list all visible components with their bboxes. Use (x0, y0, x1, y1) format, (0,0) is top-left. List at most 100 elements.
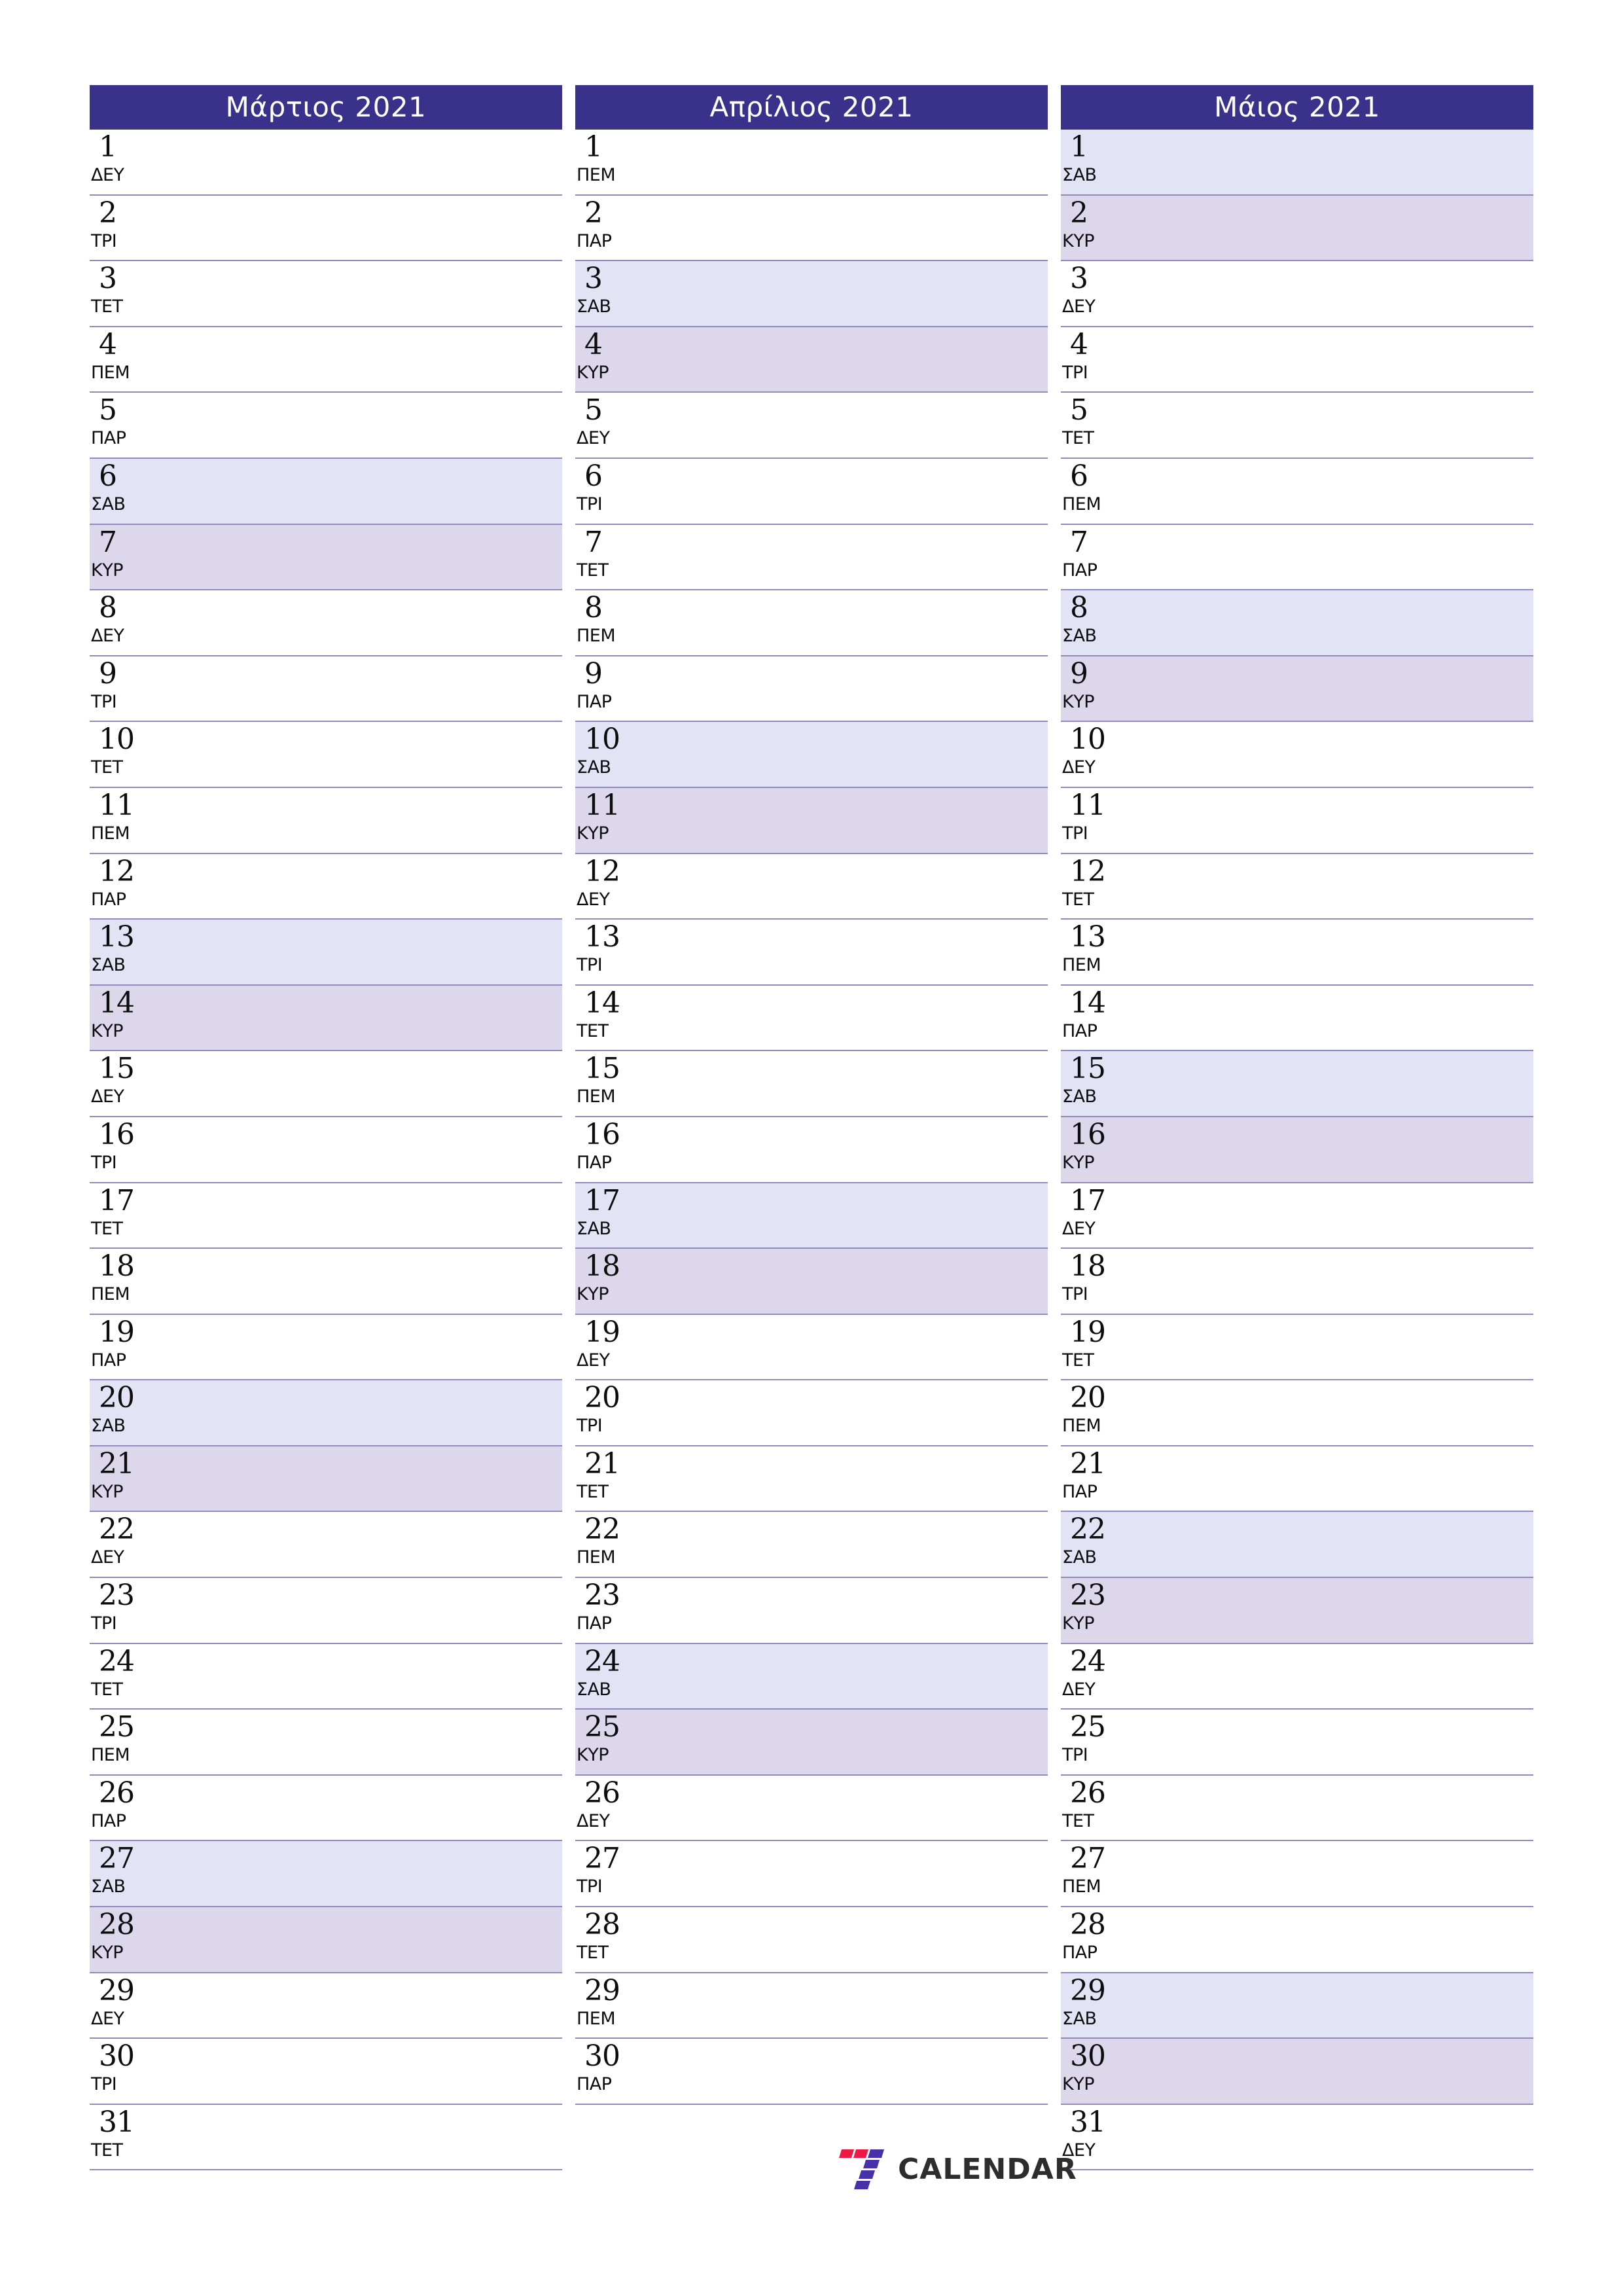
day-row[interactable]: 22 ΣΑΒ (1061, 1512, 1533, 1579)
day-row[interactable]: 17 ΔΕΥ (1061, 1183, 1533, 1249)
day-row[interactable]: 13 ΤΡΙ (575, 920, 1048, 986)
day-row[interactable]: 7 ΚΥΡ (90, 524, 562, 591)
day-weekday-abbrev: ΤΕΤ (91, 1679, 123, 1700)
day-row[interactable]: 19 ΔΕΥ (575, 1314, 1048, 1381)
day-row[interactable]: 11 ΚΥΡ (575, 787, 1048, 854)
day-row[interactable]: 28 ΤΕΤ (575, 1907, 1048, 1973)
day-row[interactable]: 29 ΣΑΒ (1061, 1973, 1533, 2039)
day-row[interactable]: 14 ΠΑΡ (1061, 985, 1533, 1052)
day-row[interactable]: 24 ΤΕΤ (90, 1643, 562, 1710)
day-row[interactable]: 21 ΚΥΡ (90, 1446, 562, 1513)
day-row[interactable]: 26 ΔΕΥ (575, 1775, 1048, 1842)
day-row[interactable]: 26 ΤΕΤ (1061, 1775, 1533, 1842)
day-row[interactable]: 5 ΠΑΡ (90, 393, 562, 459)
day-row[interactable]: 21 ΠΑΡ (1061, 1446, 1533, 1513)
day-row[interactable]: 7 ΠΑΡ (1061, 524, 1533, 591)
day-row[interactable]: 3 ΣΑΒ (575, 261, 1048, 327)
day-row[interactable]: 18 ΚΥΡ (575, 1249, 1048, 1315)
day-row[interactable]: 1 ΠΕΜ (575, 130, 1048, 196)
day-row[interactable]: 2 ΠΑΡ (575, 195, 1048, 262)
day-row[interactable]: 9 ΚΥΡ (1061, 656, 1533, 723)
day-row[interactable]: 16 ΚΥΡ (1061, 1117, 1533, 1183)
day-row[interactable]: 22 ΔΕΥ (90, 1512, 562, 1579)
day-row[interactable]: 28 ΚΥΡ (90, 1907, 562, 1973)
day-row[interactable]: 4 ΤΡΙ (1061, 327, 1533, 393)
day-row[interactable]: 23 ΤΡΙ (90, 1578, 562, 1644)
day-weekday-abbrev: ΠΑΡ (1062, 560, 1097, 581)
day-row[interactable]: 20 ΣΑΒ (90, 1380, 562, 1446)
day-row[interactable]: 25 ΠΕΜ (90, 1710, 562, 1776)
day-row[interactable]: 4 ΠΕΜ (90, 327, 562, 393)
day-row[interactable]: 12 ΠΑΡ (90, 853, 562, 920)
day-row[interactable]: 29 ΠΕΜ (575, 1973, 1048, 2039)
day-row[interactable]: 3 ΔΕΥ (1061, 261, 1533, 327)
day-row[interactable]: 18 ΠΕΜ (90, 1249, 562, 1315)
day-row[interactable]: 25 ΤΡΙ (1061, 1710, 1533, 1776)
day-weekday-abbrev: ΔΕΥ (577, 1810, 610, 1831)
day-row[interactable]: 31 ΔΕΥ (1061, 2104, 1533, 2171)
day-row[interactable]: 30 ΚΥΡ (1061, 2039, 1533, 2105)
day-row[interactable]: 27 ΣΑΒ (90, 1841, 562, 1908)
day-row[interactable]: 8 ΠΕΜ (575, 590, 1048, 656)
day-row[interactable]: 30 ΤΡΙ (90, 2039, 562, 2105)
day-row[interactable]: 16 ΤΡΙ (90, 1117, 562, 1183)
day-row[interactable]: 9 ΠΑΡ (575, 656, 1048, 723)
day-row[interactable]: 29 ΔΕΥ (90, 1973, 562, 2039)
day-row[interactable]: 10 ΤΕΤ (90, 722, 562, 788)
day-row[interactable]: 26 ΠΑΡ (90, 1775, 562, 1842)
day-row[interactable]: 8 ΣΑΒ (1061, 590, 1533, 656)
day-row[interactable]: 5 ΔΕΥ (575, 393, 1048, 459)
day-row[interactable]: 7 ΤΕΤ (575, 524, 1048, 591)
day-row[interactable]: 15 ΠΕΜ (575, 1051, 1048, 1117)
day-row[interactable]: 12 ΤΕΤ (1061, 853, 1533, 920)
day-number: 6 (99, 459, 117, 493)
day-row[interactable]: 14 ΚΥΡ (90, 985, 562, 1052)
day-row[interactable]: 16 ΠΑΡ (575, 1117, 1048, 1183)
day-row[interactable]: 4 ΚΥΡ (575, 327, 1048, 393)
day-row[interactable]: 10 ΔΕΥ (1061, 722, 1533, 788)
day-row[interactable]: 11 ΤΡΙ (1061, 787, 1533, 854)
day-row[interactable]: 2 ΤΡΙ (90, 195, 562, 262)
day-row[interactable]: 27 ΠΕΜ (1061, 1841, 1533, 1908)
day-row[interactable]: 28 ΠΑΡ (1061, 1907, 1533, 1973)
day-row[interactable]: 11 ΠΕΜ (90, 787, 562, 854)
day-row[interactable]: 15 ΔΕΥ (90, 1051, 562, 1117)
day-row[interactable]: 18 ΤΡΙ (1061, 1249, 1533, 1315)
day-row[interactable]: 24 ΣΑΒ (575, 1643, 1048, 1710)
day-row[interactable]: 5 ΤΕΤ (1061, 393, 1533, 459)
day-row[interactable]: 10 ΣΑΒ (575, 722, 1048, 788)
day-row[interactable]: 14 ΤΕΤ (575, 985, 1048, 1052)
day-row[interactable]: 31 ΤΕΤ (90, 2104, 562, 2171)
day-number: 15 (99, 1052, 135, 1086)
day-row[interactable]: 19 ΠΑΡ (90, 1314, 562, 1381)
day-row[interactable]: 17 ΣΑΒ (575, 1183, 1048, 1249)
day-row[interactable]: 30 ΠΑΡ (575, 2039, 1048, 2105)
day-row[interactable]: 8 ΔΕΥ (90, 590, 562, 656)
day-row[interactable]: 24 ΔΕΥ (1061, 1643, 1533, 1710)
day-row[interactable]: 6 ΣΑΒ (90, 458, 562, 525)
day-weekday-abbrev: ΤΕΤ (1062, 1810, 1094, 1831)
day-row[interactable]: 20 ΠΕΜ (1061, 1380, 1533, 1446)
day-row[interactable]: 1 ΔΕΥ (90, 130, 562, 196)
day-row[interactable]: 6 ΠΕΜ (1061, 458, 1533, 525)
day-row[interactable]: 20 ΤΡΙ (575, 1380, 1048, 1446)
day-row[interactable]: 3 ΤΕΤ (90, 261, 562, 327)
day-row[interactable]: 15 ΣΑΒ (1061, 1051, 1533, 1117)
day-number: 31 (1070, 2105, 1106, 2139)
day-row[interactable]: 22 ΠΕΜ (575, 1512, 1048, 1579)
day-row[interactable]: 2 ΚΥΡ (1061, 195, 1533, 262)
day-row[interactable]: 19 ΤΕΤ (1061, 1314, 1533, 1381)
day-row[interactable]: 27 ΤΡΙ (575, 1841, 1048, 1908)
day-row[interactable]: 9 ΤΡΙ (90, 656, 562, 723)
day-row[interactable]: 6 ΤΡΙ (575, 458, 1048, 525)
day-row[interactable]: 23 ΚΥΡ (1061, 1578, 1533, 1644)
day-row[interactable]: 12 ΔΕΥ (575, 853, 1048, 920)
day-row[interactable]: 23 ΠΑΡ (575, 1578, 1048, 1644)
day-row[interactable]: 21 ΤΕΤ (575, 1446, 1048, 1513)
day-row[interactable]: 13 ΠΕΜ (1061, 920, 1533, 986)
day-weekday-abbrev: ΠΕΜ (91, 1284, 130, 1305)
day-row[interactable]: 13 ΣΑΒ (90, 920, 562, 986)
day-row[interactable]: 17 ΤΕΤ (90, 1183, 562, 1249)
day-row[interactable]: 25 ΚΥΡ (575, 1710, 1048, 1776)
day-row[interactable]: 1 ΣΑΒ (1061, 130, 1533, 196)
